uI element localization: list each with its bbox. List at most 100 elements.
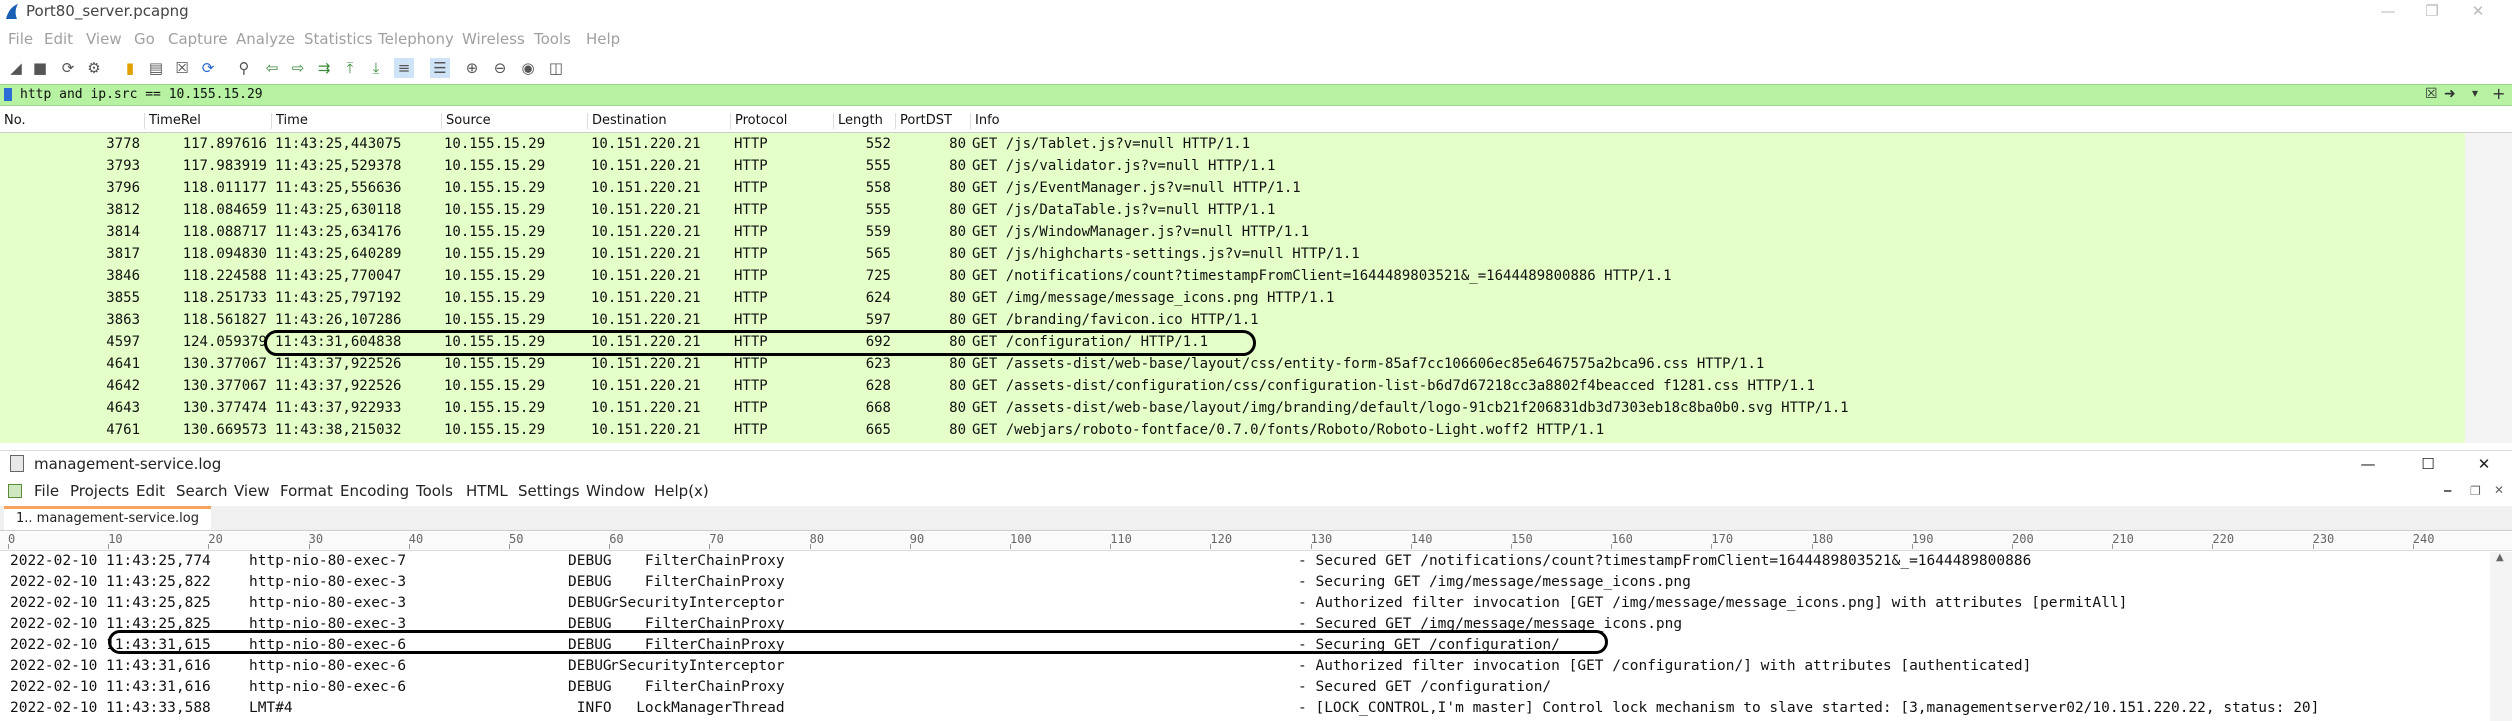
save-file-icon[interactable]: ▤ [146,58,166,78]
autoscroll-icon[interactable]: ≡ [394,58,414,78]
colorize-icon[interactable]: ☰ [430,58,450,78]
packet-row[interactable]: 3817 118.094830 11:43:25,640289 10.155.15.2… [0,243,2465,265]
packet-list-scrollbar[interactable] [2465,133,2512,443]
find-packet-icon[interactable]: ⚲ [234,58,254,78]
editor-scrollbar[interactable]: ▲ [2490,552,2512,721]
display-filter-input[interactable]: http and ip.src == 10.155.15.29 [20,87,263,102]
minimize-icon[interactable]: — [2366,0,2410,22]
menu-tools[interactable]: Tools [534,30,571,48]
log-line[interactable]: 2022-02-10 11:43:25,822 http-nio-80-exec-… [0,573,2490,594]
packet-row[interactable]: 3855 118.251733 11:43:25,797192 10.155.15.2… [0,287,2465,309]
menu-edit[interactable]: Edit [44,30,73,48]
menu-help[interactable]: Help [586,30,620,48]
column-info[interactable]: Info [971,113,2465,129]
cell-port: 80 [949,268,966,284]
menu-capture[interactable]: Capture [168,30,228,48]
menu-go[interactable]: Go [134,30,155,48]
go-forward-icon[interactable]: ⇨ [288,58,308,78]
packet-row[interactable]: 3812 118.084659 11:43:25,630118 10.155.15.2… [0,199,2465,221]
close-file-icon[interactable]: ☒ [172,58,192,78]
menu-telephony[interactable]: Telephony [378,30,454,48]
display-filter-bar[interactable]: http and ip.src == 10.155.15.29 ☒ ➜ ▾ + [0,84,2512,106]
np-menu-help[interactable]: Help(x) [654,482,709,500]
packet-row[interactable]: 3863 118.561827 11:43:26,107286 10.155.15.2… [0,309,2465,331]
packet-row[interactable]: 3796 118.011177 11:43:25,556636 10.155.15.2… [0,177,2465,199]
np-maximize-icon[interactable]: ☐ [2406,453,2450,475]
packet-row[interactable]: 4643 130.377474 11:43:37,922933 10.155.15.2… [0,397,2465,419]
open-file-icon[interactable]: ▮ [120,58,140,78]
capture-options-icon[interactable]: ⚙ [84,58,104,78]
column-destination[interactable]: Destination [588,113,731,129]
np-menu-projects[interactable]: Projects [70,482,129,500]
log-line[interactable]: 2022-02-10 11:43:31,616 http-nio-80-exec-… [0,657,2490,678]
np-menu-html[interactable]: HTML [466,482,508,500]
column-time[interactable]: Time [272,113,442,129]
ruler-mark: 210 [2112,532,2134,546]
np-menu-settings[interactable]: Settings [518,482,580,500]
np-menu-format[interactable]: Format [280,482,333,500]
packet-row[interactable]: 3793 117.983919 11:43:25,529378 10.155.15.2… [0,155,2465,177]
zoom-in-icon[interactable]: ⊕ [462,58,482,78]
column-length[interactable]: Length [834,113,896,129]
start-capture-icon[interactable]: ◢ [6,58,26,78]
cell-len: 558 [865,180,891,196]
cell-info: GET /js/validator.js?v=null HTTP/1.1 [972,158,1276,174]
np-menu-edit[interactable]: Edit [136,482,165,500]
cell-info: GET /js/Tablet.js?v=null HTTP/1.1 [972,136,1251,152]
np-menu-window[interactable]: Window [586,482,645,500]
normal-size-icon[interactable]: ◉ [518,58,538,78]
np-menu-tools[interactable]: Tools [416,482,453,500]
shark-fin-icon [6,4,18,19]
packet-row[interactable]: 4642 130.377067 11:43:37,922526 10.155.15.2… [0,375,2465,397]
np-doc-minimize-icon[interactable]: ━ [2444,484,2451,498]
scroll-up-icon[interactable]: ▲ [2496,552,2504,563]
column-timerel[interactable]: TimeRel [145,113,272,129]
log-line[interactable]: 2022-02-10 11:43:33,588 LMT#4 INFO LockMa… [0,699,2490,720]
log-level: DEBUG [568,595,612,611]
column-protocol[interactable]: Protocol [731,113,834,129]
menu-file[interactable]: File [8,30,33,48]
packet-row[interactable]: 4641 130.377067 11:43:37,922526 10.155.15.2… [0,353,2465,375]
np-menu-encoding[interactable]: Encoding [340,482,409,500]
ruler-mark: 230 [2312,532,2335,546]
packet-row[interactable]: 3846 118.224588 11:43:25,770047 10.155.15.2… [0,265,2465,287]
packet-row[interactable]: 3778 117.897616 11:43:25,443075 10.155.15.2… [0,133,2465,155]
menu-wireless[interactable]: Wireless [462,30,525,48]
log-line[interactable]: 2022-02-10 11:43:25,774 http-nio-80-exec-… [0,552,2490,573]
restart-capture-icon[interactable]: ⟳ [58,58,78,78]
go-to-packet-icon[interactable]: ⇉ [314,58,334,78]
menu-analyze[interactable]: Analyze [236,30,295,48]
apply-filter-icon[interactable]: ➜ [2444,86,2456,102]
np-menu-file[interactable]: File [34,482,59,500]
add-filter-button-icon[interactable]: + [2492,84,2505,103]
filter-dropdown-icon[interactable]: ▾ [2472,86,2478,100]
close-icon[interactable]: ✕ [2456,0,2500,22]
go-back-icon[interactable]: ⇦ [262,58,282,78]
log-line[interactable]: 2022-02-10 11:43:31,616 http-nio-80-exec-… [0,678,2490,699]
np-doc-close-icon[interactable]: ✕ [2494,483,2504,497]
stop-capture-icon[interactable]: ■ [30,58,50,78]
menu-view[interactable]: View [86,30,122,48]
clear-filter-icon[interactable]: ☒ [2425,86,2438,102]
np-close-icon[interactable]: ✕ [2462,453,2506,475]
menu-statistics[interactable]: Statistics [304,30,373,48]
tab-management-service-log[interactable]: 1.. management-service.log [4,506,211,530]
last-packet-icon[interactable]: ⤓ [366,58,386,78]
packet-row[interactable]: 3814 118.088717 11:43:25,634176 10.155.15.2… [0,221,2465,243]
np-minimize-icon[interactable]: — [2346,453,2390,475]
packet-row[interactable]: 4761 130.669573 11:43:38,215032 10.155.15.2… [0,419,2465,441]
column-portdst[interactable]: PortDST [896,113,971,129]
zoom-out-icon[interactable]: ⊖ [490,58,510,78]
column-no[interactable]: No. [0,113,145,129]
restore-icon[interactable]: ❐ [2410,0,2454,22]
column-source[interactable]: Source [442,113,588,129]
ruler-tick [2312,544,2314,549]
reload-icon[interactable]: ⟳ [198,58,218,78]
bookmark-icon[interactable] [4,88,12,101]
np-doc-restore-icon[interactable]: ❐ [2470,484,2481,498]
resize-columns-icon[interactable]: ◫ [546,58,566,78]
first-packet-icon[interactable]: ⤒ [340,58,360,78]
log-line[interactable]: 2022-02-10 11:43:25,825 http-nio-80-exec-… [0,594,2490,615]
np-menu-view[interactable]: View [234,482,270,500]
np-menu-search[interactable]: Search [176,482,228,500]
